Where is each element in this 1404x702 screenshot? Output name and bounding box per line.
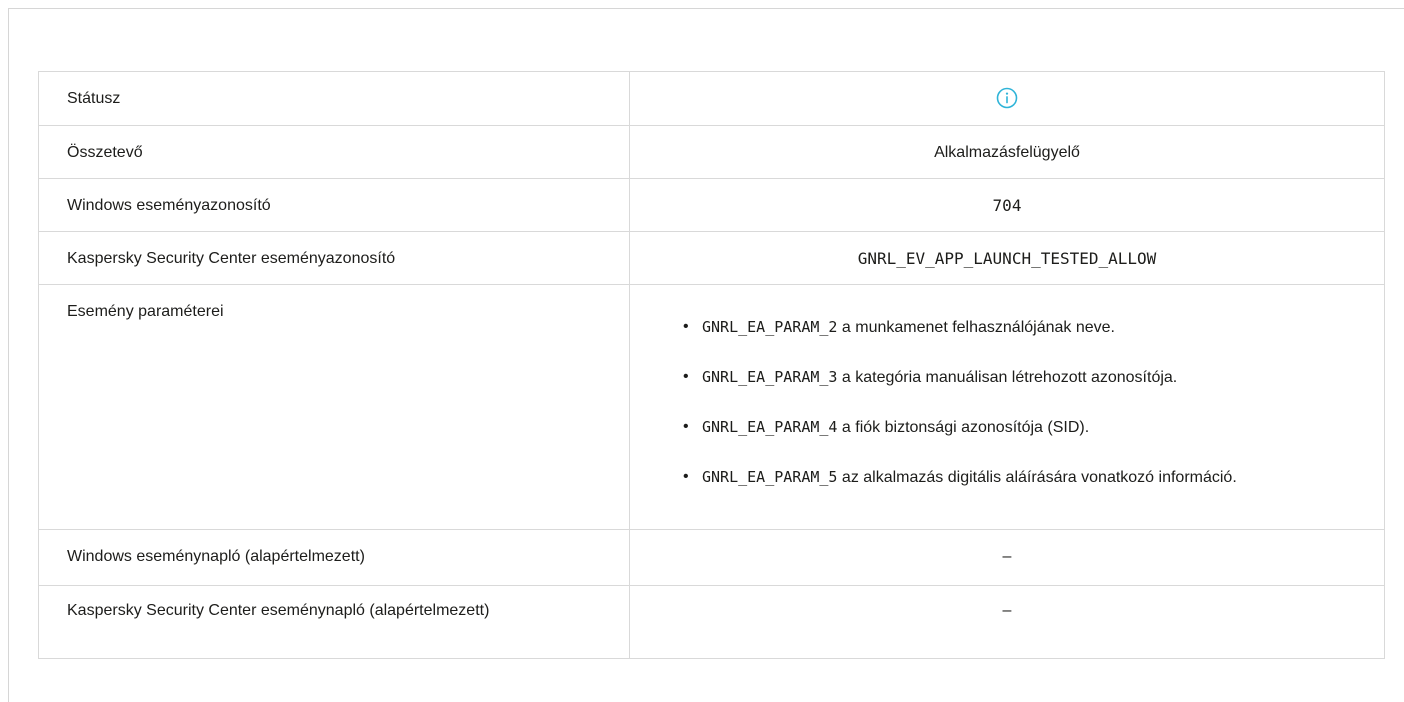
event-params-label: Esemény paraméterei <box>38 284 630 530</box>
param-description: a fiók biztonsági azonosítója (SID). <box>841 419 1090 436</box>
param-code: GNRL_EA_PARAM_4 <box>702 418 838 436</box>
table-row-windows-log: Windows eseménynapló (alapértelmezett) – <box>38 529 1385 586</box>
event-info-table: Státusz Összetevő Alkalmazásfelügyelő Wi… <box>38 71 1385 659</box>
windows-event-id-label: Windows eseményazonosító <box>38 178 630 232</box>
list-item: • GNRL_EA_PARAM_3 a kategória manuálisan… <box>650 366 1364 389</box>
bullet-icon: • <box>683 418 689 435</box>
status-label: Státusz <box>38 71 630 126</box>
param-code: GNRL_EA_PARAM_2 <box>702 318 838 336</box>
component-label: Összetevő <box>38 125 630 179</box>
table-row-status: Státusz <box>38 71 1385 126</box>
table-row-ksc-event-id: Kaspersky Security Center eseményazonosí… <box>38 231 1385 285</box>
ksc-event-id-label: Kaspersky Security Center eseményazonosí… <box>38 231 630 285</box>
bullet-icon: • <box>683 468 689 485</box>
bullet-icon: • <box>683 318 689 335</box>
bullet-icon: • <box>683 368 689 385</box>
windows-event-id-value: 704 <box>629 178 1385 232</box>
list-item: • GNRL_EA_PARAM_4 a fiók biztonsági azon… <box>650 416 1364 439</box>
table-row-component: Összetevő Alkalmazásfelügyelő <box>38 125 1385 179</box>
table-row-windows-event-id: Windows eseményazonosító 704 <box>38 178 1385 232</box>
list-item: • GNRL_EA_PARAM_5 az alkalmazás digitáli… <box>650 466 1364 489</box>
component-value: Alkalmazásfelügyelő <box>629 125 1385 179</box>
ksc-log-label: Kaspersky Security Center eseménynapló (… <box>38 585 630 659</box>
table-row-event-params: Esemény paraméterei • GNRL_EA_PARAM_2 a … <box>38 284 1385 530</box>
windows-log-label: Windows eseménynapló (alapértelmezett) <box>38 529 630 586</box>
param-code: GNRL_EA_PARAM_5 <box>702 468 838 486</box>
event-params-list: • GNRL_EA_PARAM_2 a munkamenet felhaszná… <box>650 316 1364 489</box>
ksc-event-id-value: GNRL_EV_APP_LAUNCH_TESTED_ALLOW <box>629 231 1385 285</box>
param-description: a munkamenet felhasználójának neve. <box>841 319 1115 336</box>
table-row-ksc-log: Kaspersky Security Center eseménynapló (… <box>38 585 1385 659</box>
status-value <box>629 71 1385 126</box>
param-description: a kategória manuálisan létrehozott azono… <box>841 369 1178 386</box>
param-description: az alkalmazás digitális aláírására vonat… <box>841 469 1237 486</box>
ksc-log-value: – <box>629 585 1385 659</box>
list-item: • GNRL_EA_PARAM_2 a munkamenet felhaszná… <box>650 316 1364 339</box>
event-params-value: • GNRL_EA_PARAM_2 a munkamenet felhaszná… <box>629 284 1385 530</box>
windows-log-value: – <box>629 529 1385 586</box>
param-code: GNRL_EA_PARAM_3 <box>702 368 838 386</box>
info-circle-icon <box>996 87 1018 109</box>
